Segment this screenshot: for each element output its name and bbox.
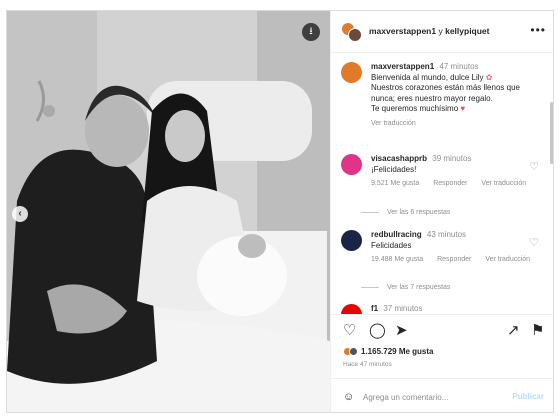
like-heart-icon[interactable]: ♡ [529,236,539,249]
avatar[interactable] [341,304,362,314]
heart-emoji-icon: ♥ [460,104,466,113]
comment-composer: ☺ Publicar [331,378,553,412]
heart-icon[interactable]: ♡ [343,323,356,339]
caption-user[interactable]: maxverstappen1 [371,62,434,71]
comment-user[interactable]: f1 [371,304,378,313]
emoji-icon[interactable]: ☺ [343,391,354,403]
view-replies-link[interactable]: Ver las 7 respuestas [361,284,450,291]
chevron-left-icon[interactable]: ‹ [12,206,28,222]
avatar[interactable] [341,154,362,175]
comment-time: 37 minutos [383,304,423,313]
download-icon[interactable]: ⭳ [302,23,320,41]
share-icon[interactable]: ➤ [395,323,408,339]
caption-meta: Ver traducción [371,119,531,130]
comment-text: ¡Felicidades! [371,164,417,174]
avatar[interactable] [341,230,362,251]
audio-icon[interactable]: ↗ [507,323,520,339]
likes-count[interactable]: 1.165.729 Me gusta [343,347,434,357]
post-actions: ♡ ◯ ➤ ↗ ⚑ 1.165.729 Me gusta Hace 47 min… [331,314,553,412]
post-sidebar: maxverstappen1 y kellypiquet ••• maxvers… [330,11,553,412]
replies-divider [361,286,379,288]
post-time: Hace 47 minutos [343,361,392,368]
comment-likes[interactable]: 9.521 Me gusta [371,180,419,187]
translate-link[interactable]: Ver traducción [481,180,526,187]
scrollbar[interactable] [550,102,553,164]
liker-avatar [349,347,358,357]
comment-likes[interactable]: 19.488 Me gusta [371,256,423,263]
comment-meta: 19.488 Me gusta Responder Ver traducción [371,255,531,266]
reply-button[interactable]: Responder [433,180,467,187]
caption-text: maxverstappen1 47 minutos Bienvenida al … [371,62,531,129]
comment-time: 43 minutos [426,230,467,239]
translate-link[interactable]: Ver traducción [485,256,530,263]
view-replies-label: Ver las 7 respuestas [387,284,451,291]
view-replies-link[interactable]: Ver las 6 respuestas [361,209,450,216]
caption-line-1: Bienvenida al mundo, dulce Lily [371,72,484,82]
flower-emoji-icon: ✿ [485,72,493,82]
instagram-post-modal: ⭳ ‹ maxverstappen1 y kellypiquet ••• max… [6,10,554,413]
caption-line-3: Te queremos muchísimo [371,104,459,113]
likes-count-label: 1.165.729 Me gusta [361,347,434,356]
comment-user[interactable]: redbullracing [371,230,422,239]
more-horizontal-icon[interactable]: ••• [530,23,546,37]
comment-icon[interactable]: ◯ [369,323,386,339]
caption-translate-link[interactable]: Ver traducción [371,120,416,127]
replies-divider [361,211,379,213]
comment-body: f1 37 minutos [371,304,531,314]
post-header: maxverstappen1 y kellypiquet ••• [331,11,553,53]
comment-text: Felicidades [371,240,412,250]
avatar[interactable] [341,62,362,83]
caption-line-2: Nuestros corazones están más llenos que … [371,83,520,103]
like-heart-icon[interactable]: ♡ [529,160,539,173]
author-link-1[interactable]: maxverstappen1 [369,26,436,36]
comment-body: redbullracing 43 minutos Felicidades 19.… [371,230,531,266]
comments-scroll[interactable]: maxverstappen1 47 minutos Bienvenida al … [331,54,553,314]
post-authors: maxverstappen1 y kellypiquet [369,26,490,36]
bookmark-icon[interactable]: ⚑ [531,323,544,339]
comment-body: visacashapprb 39 minutos ¡Felicidades! 9… [371,154,531,190]
reply-button[interactable]: Responder [437,256,471,263]
avatar[interactable] [341,22,362,42]
avatar-user2 [348,28,362,42]
author-link-2[interactable]: kellypiquet [445,26,489,36]
comment-meta: 9.521 Me gusta Responder Ver traducción [371,179,531,190]
view-replies-label: Ver las 6 respuestas [387,209,451,216]
caption-time: 47 minutos [439,62,479,71]
author-joiner: y [438,26,443,36]
photo-illustration [7,11,330,412]
comment-time: 39 minutos [432,154,472,163]
post-photo[interactable]: ⭳ ‹ [7,11,330,412]
comment-input[interactable] [363,389,513,405]
comment-user[interactable]: visacashapprb [371,154,427,163]
publish-button[interactable]: Publicar [512,392,544,401]
